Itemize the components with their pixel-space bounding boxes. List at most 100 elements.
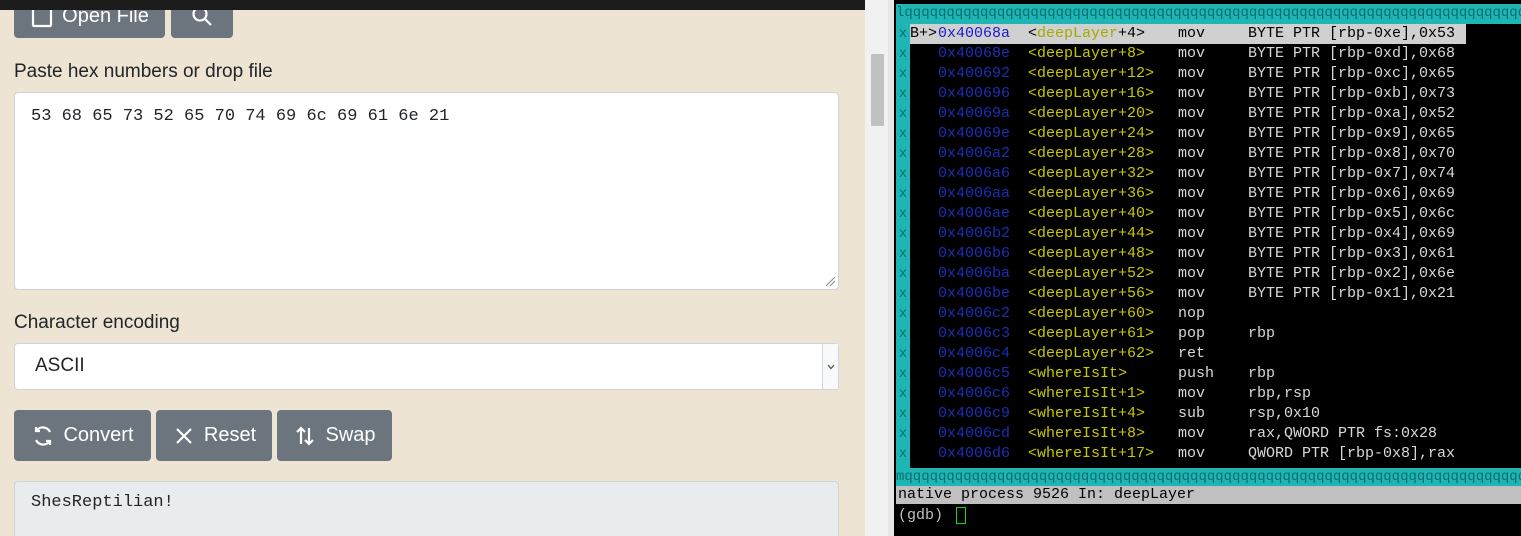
swap-button[interactable]: Swap (277, 410, 392, 461)
asm-opcode: mov (1178, 445, 1206, 462)
asm-address: 0x4006c2 (938, 305, 1011, 322)
tui-border-char: x (898, 446, 908, 462)
tui-border-char: x (898, 386, 908, 402)
resize-grip-icon[interactable] (826, 277, 835, 286)
asm-row[interactable]: 0x4006b2 <deepLayer+44> mov BYTE PTR [rbp-0… (910, 224, 1521, 244)
asm-row[interactable]: 0x400692 <deepLayer+12> mov BYTE PTR [rbp-0… (910, 64, 1521, 84)
asm-operands: BYTE PTR [rbp-0x9],0x65 (1248, 125, 1456, 142)
asm-symbol: <deepLayer+40> (1028, 205, 1155, 222)
asm-address: 0x4006be (938, 285, 1011, 302)
tui-border-char: x (898, 146, 908, 162)
convert-button[interactable]: Convert (14, 410, 151, 461)
asm-opcode: ret (1178, 345, 1206, 362)
tui-border-char: x (898, 66, 908, 82)
asm-row[interactable]: 0x4006c6 <whereIsIt+1> mov rbp,rsp (910, 384, 1521, 404)
asm-opcode: mov (1178, 105, 1206, 122)
asm-row[interactable]: 0x4006c9 <whereIsIt+4> sub rsp,0x10 (910, 404, 1521, 424)
asm-symbol: <deepLayer+61> (1028, 325, 1155, 342)
reset-label: Reset (203, 424, 257, 446)
tui-border-char: x (898, 206, 908, 222)
asm-operands: BYTE PTR [rbp-0x1],0x21 (1248, 285, 1456, 302)
asm-opcode: mov (1178, 165, 1206, 182)
asm-symbol: <deepLayer+44> (1028, 225, 1155, 242)
breakpoint-marker: B+> (910, 25, 938, 42)
refresh-icon (35, 425, 52, 446)
reset-button[interactable]: Reset (156, 410, 272, 461)
asm-row[interactable]: 0x4006cd <whereIsIt+8> mov rax,QWORD PTR fs… (910, 424, 1521, 444)
asm-opcode: mov (1178, 285, 1206, 302)
asm-row[interactable]: 0x400696 <deepLayer+16> mov BYTE PTR [rbp-0… (910, 84, 1521, 104)
asm-row[interactable]: 0x4006a6 <deepLayer+32> mov BYTE PTR [rbp-0… (910, 164, 1521, 184)
asm-symbol: <deepLayer+48> (1028, 245, 1155, 262)
asm-address: 0x4006ba (938, 265, 1011, 282)
asm-row[interactable]: 0x4006be <deepLayer+56> mov BYTE PTR [rbp-0… (910, 284, 1521, 304)
output-textarea[interactable]: ShesReptilian! (14, 481, 839, 536)
asm-opcode: pop (1178, 325, 1206, 342)
asm-row[interactable]: 0x4006c3 <deepLayer+61> pop rbp (910, 324, 1521, 344)
asm-operands: BYTE PTR [rbp-0xc],0x65 (1248, 65, 1456, 82)
gdb-status-bar: native process 9526 In: deepLayer (896, 486, 1521, 504)
tui-border-char: x (898, 166, 908, 182)
disassembly-view: B+>0x40068a <deepLayer+4> mov BYTE PTR [rbp… (910, 24, 1521, 468)
asm-operands: BYTE PTR [rbp-0x8],0x70 (1248, 145, 1456, 162)
asm-address: 0x4006c6 (938, 385, 1011, 402)
asm-symbol: <deepLayer+4> (1028, 24, 1178, 44)
asm-row[interactable]: 0x40068e <deepLayer+8> mov BYTE PTR [rbp-0x… (910, 44, 1521, 64)
tui-border-char: x (898, 266, 908, 282)
tui-border-char: x (898, 306, 908, 322)
swap-arrows-icon (296, 425, 315, 446)
asm-row[interactable]: 0x40069e <deepLayer+24> mov BYTE PTR [rbp-0… (910, 124, 1521, 144)
asm-row[interactable]: 0x4006a2 <deepLayer+28> mov BYTE PTR [rbp-0… (910, 144, 1521, 164)
tui-border-char: x (898, 106, 908, 122)
asm-symbol-open-bracket: < (1028, 25, 1038, 42)
asm-address: 0x4006c9 (938, 405, 1011, 422)
asm-row[interactable]: 0x4006c2 <deepLayer+60> nop (910, 304, 1521, 324)
asm-opcode: mov (1178, 245, 1206, 262)
asm-symbol: <deepLayer+60> (1028, 305, 1155, 322)
asm-symbol: <deepLayer+56> (1028, 285, 1155, 302)
chevron-down-icon[interactable] (822, 344, 838, 389)
asm-row[interactable]: 0x4006ae <deepLayer+40> mov BYTE PTR [rbp-0… (910, 204, 1521, 224)
asm-row-current[interactable]: B+>0x40068a <deepLayer+4> mov BYTE PTR [rbp… (910, 24, 1466, 44)
asm-row[interactable]: 0x4006aa <deepLayer+36> mov BYTE PTR [rbp-0… (910, 184, 1521, 204)
asm-operands: BYTE PTR [rbp-0x6],0x69 (1248, 185, 1456, 202)
asm-address: 0x400696 (938, 85, 1011, 102)
close-icon (176, 427, 192, 444)
asm-operands: rbp,rsp (1248, 385, 1312, 402)
page-scrollbar[interactable] (865, 0, 888, 536)
asm-symbol: <deepLayer+16> (1028, 85, 1155, 102)
asm-opcode: mov (1178, 225, 1206, 242)
page-scrollbar-thumb[interactable] (871, 54, 884, 126)
asm-row[interactable]: 0x4006ba <deepLayer+52> mov BYTE PTR [rbp-0… (910, 264, 1521, 284)
tui-border-char: x (898, 226, 908, 242)
asm-opcode: mov (1178, 85, 1206, 102)
asm-symbol: <whereIsIt> (1028, 365, 1128, 382)
asm-opcode: nop (1178, 305, 1206, 322)
asm-opcode: mov (1178, 205, 1206, 222)
asm-opcode: mov (1178, 145, 1206, 162)
asm-row[interactable]: 0x4006d6 <whereIsIt+17> mov QWORD PTR [rbp-… (910, 444, 1521, 464)
gdb-command-line[interactable]: (gdb) (898, 506, 967, 526)
asm-row[interactable]: 0x4006c5 <whereIsIt> push rbp (910, 364, 1521, 384)
encoding-label: Character encoding (14, 312, 180, 333)
asm-opcode: mov (1178, 425, 1206, 442)
gdb-terminal[interactable]: lqqqqqqqqqqqqqqqqqqqqqqqqqqqqqqqqqqqqqqq… (894, 0, 1521, 536)
asm-symbol: <deepLayer+20> (1028, 105, 1155, 122)
asm-row[interactable]: 0x4006b6 <deepLayer+48> mov BYTE PTR [rbp-0… (910, 244, 1521, 264)
asm-symbol: <deepLayer+28> (1028, 145, 1155, 162)
asm-address: 0x4006c4 (938, 345, 1011, 362)
encoding-select[interactable]: ASCII (14, 343, 839, 390)
asm-symbol: <whereIsIt+4> (1028, 405, 1146, 422)
asm-row[interactable]: 0x4006c4 <deepLayer+62> ret (910, 344, 1521, 364)
tui-asm-window: lqqqqqqqqqqqqqqqqqqqqqqqqqqqqqqqqqqqqqqq… (896, 4, 1521, 486)
asm-symbol: <deepLayer+8> (1028, 45, 1146, 62)
hex-input-textarea[interactable]: 53 68 65 73 52 65 70 74 69 6c 69 61 6e 2… (14, 92, 839, 290)
asm-opcode: mov (1178, 25, 1206, 42)
asm-opcode: mov (1178, 385, 1206, 402)
asm-symbol: <deepLayer+12> (1028, 65, 1155, 82)
asm-row[interactable]: 0x40069a <deepLayer+20> mov BYTE PTR [rbp-0… (910, 104, 1521, 124)
asm-symbol-name: deepLayer (1037, 25, 1119, 42)
hex-input-label: Paste hex numbers or drop file (14, 61, 273, 82)
convert-label: Convert (63, 424, 134, 446)
tui-border-char: x (898, 126, 908, 142)
